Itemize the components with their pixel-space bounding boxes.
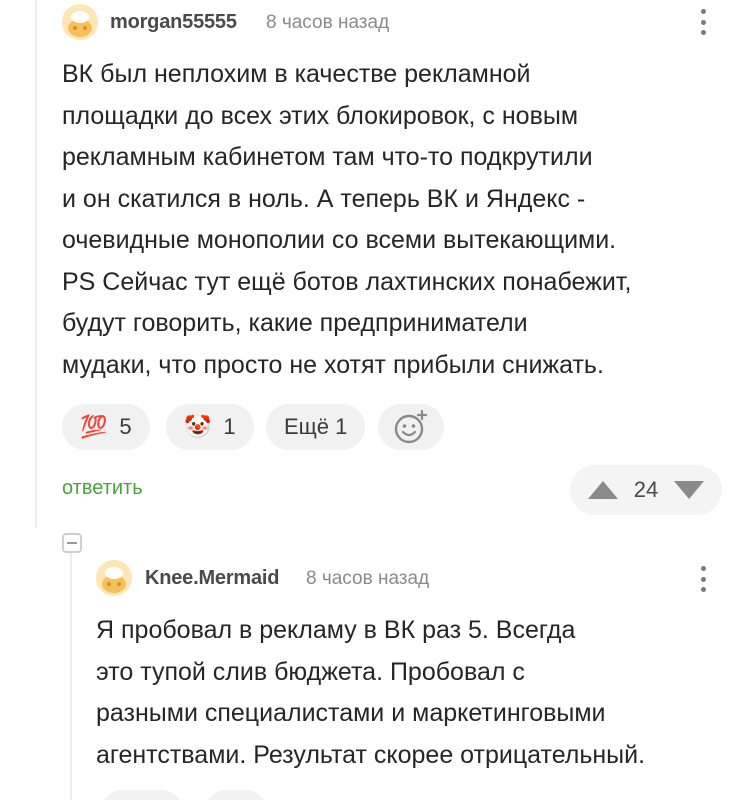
reaction-clown-button[interactable]: 🤡 1	[166, 404, 254, 450]
avatar-image	[96, 560, 132, 596]
more-options-icon[interactable]	[693, 5, 713, 39]
reply-thread-line[interactable]	[70, 553, 72, 800]
comment-line: площадки до всех этих блокировок, с новы…	[62, 101, 579, 130]
downvote-icon[interactable]	[673, 481, 704, 499]
comment-line: PS Сейчас тут ещё ботов лахтинских понаб…	[62, 267, 632, 296]
comment-line: очевидные монополии со всеми вытекающими…	[62, 226, 617, 254]
reply-reaction-button[interactable]	[204, 790, 268, 800]
hundred-points-icon: 💯	[80, 414, 108, 439]
add-reaction-icon	[394, 409, 428, 444]
add-reaction-button[interactable]	[378, 404, 444, 450]
reply-line: это тупой слив бюджета. Пробовал с	[96, 657, 525, 686]
reply-line: агентствами. Результат скорее отрицатель…	[96, 740, 646, 769]
comment-body: ВК был неплохим в качестве рекламной пло…	[62, 54, 631, 386]
thread-line[interactable]	[35, 0, 37, 528]
reply-reaction-button[interactable]	[100, 790, 184, 800]
comment-time: 8 часов назад	[266, 12, 390, 33]
comment-line: рекламным кабинетом там что-то подкрутил…	[62, 143, 593, 171]
reply-line: разными специалистами и маркетинговыми	[96, 699, 606, 727]
comments-page: morgan55555 8 часов назад ВК был неплохи…	[0, 0, 749, 800]
comment-line: будут говорить, какие предприниматели	[62, 309, 528, 337]
avatar[interactable]	[62, 4, 98, 40]
reply-button[interactable]: ответить	[62, 477, 143, 500]
rating-count: 24	[633, 477, 659, 502]
more-reactions-button[interactable]: Ещё 1	[266, 404, 366, 450]
comment-line: ВК был неплохим в качестве рекламной	[62, 60, 531, 88]
comment-line: мудаки, что просто не хотят прибыли сниж…	[62, 350, 604, 379]
comment-author[interactable]: morgan55555	[110, 11, 237, 34]
comment-line: и он скатился в ноль. А теперь ВК и Янде…	[62, 184, 586, 213]
rating-widget: 24	[570, 465, 722, 515]
avatar-image	[62, 4, 98, 40]
clown-face-icon: 🤡	[184, 414, 212, 439]
reaction-hundred-button[interactable]: 💯 5	[62, 404, 150, 450]
reply-time: 8 часов назад	[306, 568, 430, 589]
reply-body: Я пробовал в рекламу в ВК раз 5. Всегда …	[96, 610, 645, 776]
collapse-thread-button[interactable]	[62, 533, 82, 553]
reply-more-options-icon[interactable]	[693, 562, 713, 596]
more-reactions-label: Ещё 1	[284, 414, 348, 439]
upvote-icon[interactable]	[588, 481, 618, 499]
reply-author[interactable]: Knee.Mermaid	[145, 567, 280, 590]
reply-line: Я пробовал в рекламу в ВК раз 5. Всегда	[96, 616, 576, 644]
reaction-count: 1	[223, 414, 236, 439]
reply-avatar[interactable]	[96, 560, 132, 596]
minus-icon	[67, 542, 77, 544]
reaction-count: 5	[119, 414, 132, 439]
